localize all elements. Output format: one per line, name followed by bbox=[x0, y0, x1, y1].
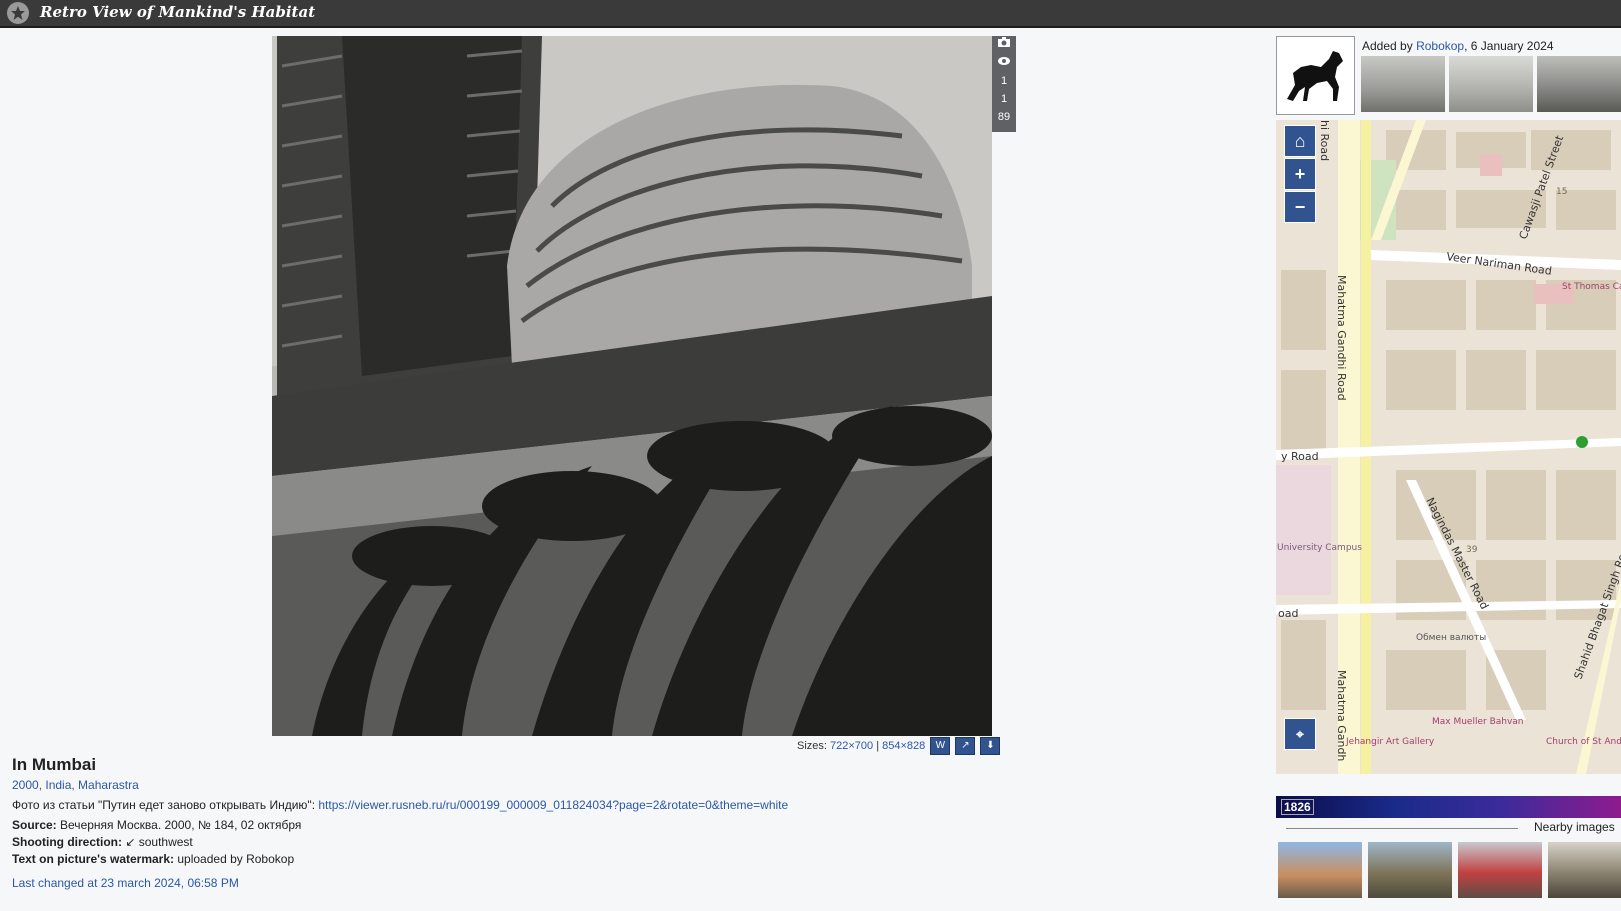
size-722-link[interactable]: 722×700 bbox=[830, 740, 873, 752]
source-row: Source: Вечерняя Москва. 2000, № 184, 02… bbox=[12, 818, 1202, 832]
user-thumb-2[interactable] bbox=[1449, 56, 1533, 112]
place-church: Church of St Andrew and St Columba bbox=[1546, 737, 1621, 747]
counter-3: 89 bbox=[997, 111, 1011, 123]
top-bar: Retro View of Mankind's Habitat bbox=[0, 0, 1621, 28]
nearby-thumb-2[interactable] bbox=[1368, 842, 1452, 898]
road-hi: hi Road bbox=[1318, 120, 1331, 161]
place-jehangir: Jehangir Art Gallery bbox=[1345, 737, 1435, 747]
street-mg-lower: Mahatma Gandh bbox=[1335, 670, 1348, 761]
house-15: 15 bbox=[1556, 187, 1567, 197]
eye-icon bbox=[992, 54, 1016, 72]
place-university: University Campus bbox=[1277, 543, 1362, 553]
house-39: 39 bbox=[1466, 545, 1478, 555]
nearby-divider bbox=[1286, 828, 1518, 829]
share-button[interactable]: ↗ bbox=[955, 737, 976, 755]
download-button[interactable]: ⬇ bbox=[980, 737, 1001, 755]
main-photo[interactable] bbox=[272, 36, 992, 736]
user-avatar[interactable] bbox=[1276, 36, 1355, 115]
description-text: Фото из статьи "Путин едет заново открыв… bbox=[12, 798, 316, 812]
size-854-link[interactable]: 854×828 bbox=[882, 740, 925, 752]
added-prefix: Added by bbox=[1362, 39, 1413, 53]
watermark-row: Text on picture's watermark: uploaded by… bbox=[12, 852, 1202, 866]
camera-icon[interactable] bbox=[992, 36, 1016, 54]
last-changed-link[interactable]: Last changed at 23 march 2024, 06:58 PM bbox=[12, 876, 1202, 890]
source-label: Source: bbox=[12, 818, 57, 832]
user-thumb-3[interactable] bbox=[1537, 56, 1621, 112]
direction-row: Shooting direction: ↙ southwest bbox=[12, 835, 1202, 849]
watermark-label: Text on picture's watermark: bbox=[12, 852, 175, 866]
direction-label: Shooting direction: bbox=[12, 835, 122, 849]
watermark-value: uploaded by Robokop bbox=[177, 852, 295, 866]
description-link[interactable]: https://viewer.rusneb.ru/ru/000199_00000… bbox=[318, 798, 788, 812]
added-by: Added by Robokop, 6 January 2024 bbox=[1362, 39, 1554, 53]
nearby-thumb-3[interactable] bbox=[1458, 842, 1542, 898]
nearby-thumbs bbox=[1276, 842, 1621, 902]
added-user-link[interactable]: Robokop bbox=[1416, 39, 1464, 53]
road-oad: oad bbox=[1278, 607, 1298, 620]
direction-value: ↙ southwest bbox=[125, 835, 193, 849]
photo-description: Фото из статьи "Путин едет заново открыв… bbox=[12, 798, 1202, 812]
photo-stats: 1 1 89 bbox=[992, 36, 1016, 132]
size-separator: | bbox=[876, 739, 880, 752]
location-pin-icon[interactable]: ⌖ bbox=[1284, 718, 1316, 750]
nearby-thumb-1[interactable] bbox=[1278, 842, 1362, 898]
sizes-bar: Sizes: 722×700 | 854×828 W ↗ ⬇ bbox=[797, 737, 1001, 755]
photo-info: In Mumbai 2000, India, Maharastra Фото и… bbox=[12, 755, 1202, 890]
nearby-label: Nearby images bbox=[1534, 820, 1615, 834]
year-timeline[interactable]: 1826 bbox=[1276, 796, 1621, 818]
photo-title: In Mumbai bbox=[12, 755, 97, 774]
map[interactable]: Mahatma Gandhi Road Veer Nariman Road Na… bbox=[1276, 120, 1621, 774]
source-value: Вечерняя Москва. 2000, № 184, 02 октября bbox=[60, 818, 302, 832]
counter-2: 1 bbox=[1000, 93, 1008, 105]
watermark-button[interactable]: W bbox=[930, 737, 951, 755]
place-exchange: Обмен валюты bbox=[1416, 633, 1486, 643]
nearby-thumb-4[interactable] bbox=[1548, 842, 1621, 898]
street-mg-road: Mahatma Gandhi Road bbox=[1335, 275, 1348, 401]
added-date: , 6 January 2024 bbox=[1464, 39, 1554, 53]
zoom-in-icon[interactable]: + bbox=[1284, 158, 1316, 190]
user-thumbs bbox=[1361, 56, 1621, 112]
sizes-label: Sizes: bbox=[797, 739, 827, 752]
place-st-thomas: St Thomas Cathedral bbox=[1562, 282, 1621, 292]
road-y: y Road bbox=[1281, 450, 1319, 463]
photo-meta[interactable]: 2000, India, Maharastra bbox=[12, 778, 1202, 792]
user-thumb-1[interactable] bbox=[1361, 56, 1445, 112]
site-title[interactable]: Retro View of Mankind's Habitat bbox=[40, 3, 315, 21]
place-max-mueller: Max Mueller Bahvan bbox=[1432, 717, 1524, 727]
counter-1: 1 bbox=[1000, 75, 1008, 87]
star-circle-icon[interactable] bbox=[7, 2, 29, 24]
zoom-out-icon[interactable]: − bbox=[1284, 191, 1316, 223]
home-icon[interactable]: ⌂ bbox=[1284, 125, 1316, 157]
timeline-year: 1826 bbox=[1281, 799, 1314, 815]
